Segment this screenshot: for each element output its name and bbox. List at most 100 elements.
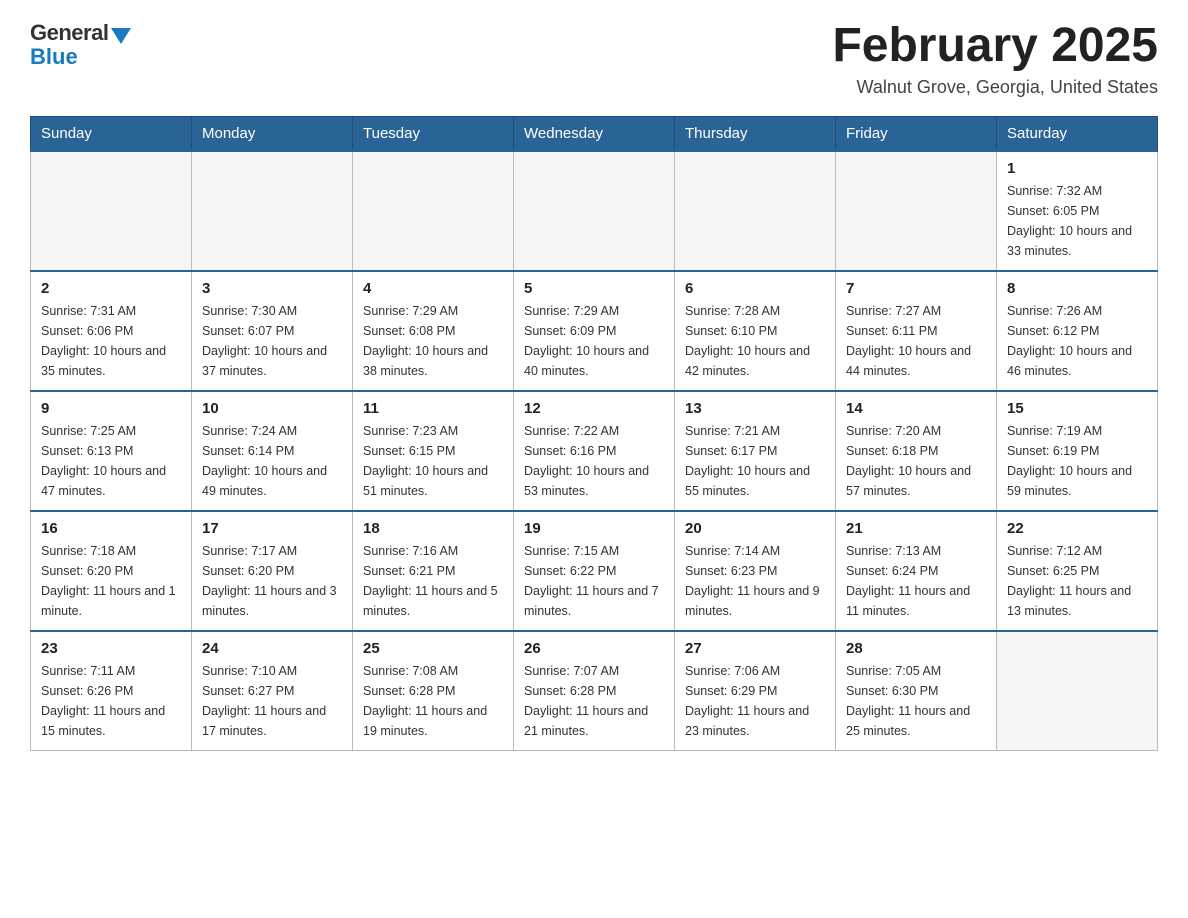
table-row: 17 Sunrise: 7:17 AMSunset: 6:20 PMDayligh… [192, 511, 353, 631]
day-number: 11 [363, 400, 503, 417]
day-info: Sunrise: 7:21 AMSunset: 6:17 PMDaylight:… [685, 421, 825, 501]
table-row [192, 151, 353, 271]
day-number: 27 [685, 640, 825, 657]
day-number: 5 [524, 280, 664, 297]
day-info: Sunrise: 7:24 AMSunset: 6:14 PMDaylight:… [202, 421, 342, 501]
calendar-header-row: Sunday Monday Tuesday Wednesday Thursday… [31, 116, 1158, 151]
day-info: Sunrise: 7:11 AMSunset: 6:26 PMDaylight:… [41, 661, 181, 741]
day-info: Sunrise: 7:22 AMSunset: 6:16 PMDaylight:… [524, 421, 664, 501]
table-row: 6 Sunrise: 7:28 AMSunset: 6:10 PMDaylight… [675, 271, 836, 391]
col-friday: Friday [836, 116, 997, 151]
table-row: 15 Sunrise: 7:19 AMSunset: 6:19 PMDayligh… [997, 391, 1158, 511]
day-number: 8 [1007, 280, 1147, 297]
day-info: Sunrise: 7:25 AMSunset: 6:13 PMDaylight:… [41, 421, 181, 501]
calendar-week-row: 2 Sunrise: 7:31 AMSunset: 6:06 PMDaylight… [31, 271, 1158, 391]
day-info: Sunrise: 7:27 AMSunset: 6:11 PMDaylight:… [846, 301, 986, 381]
table-row: 7 Sunrise: 7:27 AMSunset: 6:11 PMDaylight… [836, 271, 997, 391]
table-row [353, 151, 514, 271]
col-monday: Monday [192, 116, 353, 151]
table-row: 19Sunrise: 7:15 AMSunset: 6:22 PMDayligh… [514, 511, 675, 631]
col-thursday: Thursday [675, 116, 836, 151]
col-saturday: Saturday [997, 116, 1158, 151]
table-row [997, 631, 1158, 751]
day-info: Sunrise: 7:28 AMSunset: 6:10 PMDaylight:… [685, 301, 825, 381]
calendar-week-row: 9 Sunrise: 7:25 AMSunset: 6:13 PMDaylight… [31, 391, 1158, 511]
page-header: General Blue February 2025 Walnut Grove,… [30, 20, 1158, 98]
calendar-week-row: 1 Sunrise: 7:32 AMSunset: 6:05 PMDaylight… [31, 151, 1158, 271]
table-row: 28 Sunrise: 7:05 AMSunset: 6:30 PMDayligh… [836, 631, 997, 751]
day-info: Sunrise: 7:15 AMSunset: 6:22 PMDaylight:… [524, 541, 664, 621]
day-number: 1 [1007, 160, 1147, 177]
day-info: Sunrise: 7:17 AMSunset: 6:20 PMDaylight:… [202, 541, 342, 621]
table-row: 26 Sunrise: 7:07 AMSunset: 6:28 PMDayligh… [514, 631, 675, 751]
table-row: 11 Sunrise: 7:23 AMSunset: 6:15 PMDayligh… [353, 391, 514, 511]
logo-arrow-icon [111, 28, 131, 44]
table-row: 25Sunrise: 7:08 AMSunset: 6:28 PMDayligh… [353, 631, 514, 751]
day-number: 22 [1007, 520, 1147, 537]
day-info: Sunrise: 7:07 AMSunset: 6:28 PMDaylight:… [524, 661, 664, 741]
table-row: 27 Sunrise: 7:06 AMSunset: 6:29 PMDayligh… [675, 631, 836, 751]
table-row: 1 Sunrise: 7:32 AMSunset: 6:05 PMDaylight… [997, 151, 1158, 271]
table-row [675, 151, 836, 271]
day-number: 6 [685, 280, 825, 297]
table-row: 5 Sunrise: 7:29 AMSunset: 6:09 PMDaylight… [514, 271, 675, 391]
table-row: 2 Sunrise: 7:31 AMSunset: 6:06 PMDaylight… [31, 271, 192, 391]
day-number: 2 [41, 280, 181, 297]
table-row: 4 Sunrise: 7:29 AMSunset: 6:08 PMDaylight… [353, 271, 514, 391]
table-row: 21 Sunrise: 7:13 AMSunset: 6:24 PMDayligh… [836, 511, 997, 631]
table-row: 22 Sunrise: 7:12 AMSunset: 6:25 PMDayligh… [997, 511, 1158, 631]
day-number: 26 [524, 640, 664, 657]
table-row: 16 Sunrise: 7:18 AMSunset: 6:20 PMDayligh… [31, 511, 192, 631]
table-row: 20 Sunrise: 7:14 AMSunset: 6:23 PMDayligh… [675, 511, 836, 631]
logo-general-text: General [30, 20, 108, 46]
day-number: 17 [202, 520, 342, 537]
col-tuesday: Tuesday [353, 116, 514, 151]
table-row: 12 Sunrise: 7:22 AMSunset: 6:16 PMDayligh… [514, 391, 675, 511]
day-info: Sunrise: 7:12 AMSunset: 6:25 PMDaylight:… [1007, 541, 1147, 621]
table-row [836, 151, 997, 271]
day-number: 28 [846, 640, 986, 657]
table-row: 23Sunrise: 7:11 AMSunset: 6:26 PMDayligh… [31, 631, 192, 751]
col-wednesday: Wednesday [514, 116, 675, 151]
calendar-week-row: 23Sunrise: 7:11 AMSunset: 6:26 PMDayligh… [31, 631, 1158, 751]
day-number: 20 [685, 520, 825, 537]
day-number: 21 [846, 520, 986, 537]
day-number: 9 [41, 400, 181, 417]
day-info: Sunrise: 7:30 AMSunset: 6:07 PMDaylight:… [202, 301, 342, 381]
day-info: Sunrise: 7:14 AMSunset: 6:23 PMDaylight:… [685, 541, 825, 621]
title-section: February 2025 Walnut Grove, Georgia, Uni… [832, 20, 1158, 98]
day-number: 3 [202, 280, 342, 297]
month-title: February 2025 [832, 20, 1158, 73]
day-info: Sunrise: 7:13 AMSunset: 6:24 PMDaylight:… [846, 541, 986, 621]
table-row: 14Sunrise: 7:20 AMSunset: 6:18 PMDayligh… [836, 391, 997, 511]
day-info: Sunrise: 7:29 AMSunset: 6:08 PMDaylight:… [363, 301, 503, 381]
day-info: Sunrise: 7:10 AMSunset: 6:27 PMDaylight:… [202, 661, 342, 741]
day-number: 16 [41, 520, 181, 537]
calendar-table: Sunday Monday Tuesday Wednesday Thursday… [30, 116, 1158, 752]
day-number: 4 [363, 280, 503, 297]
day-info: Sunrise: 7:18 AMSunset: 6:20 PMDaylight:… [41, 541, 181, 621]
day-number: 15 [1007, 400, 1147, 417]
table-row: 8 Sunrise: 7:26 AMSunset: 6:12 PMDaylight… [997, 271, 1158, 391]
calendar-week-row: 16 Sunrise: 7:18 AMSunset: 6:20 PMDayligh… [31, 511, 1158, 631]
day-number: 13 [685, 400, 825, 417]
day-info: Sunrise: 7:29 AMSunset: 6:09 PMDaylight:… [524, 301, 664, 381]
day-info: Sunrise: 7:05 AMSunset: 6:30 PMDaylight:… [846, 661, 986, 741]
day-number: 7 [846, 280, 986, 297]
day-info: Sunrise: 7:26 AMSunset: 6:12 PMDaylight:… [1007, 301, 1147, 381]
day-info: Sunrise: 7:31 AMSunset: 6:06 PMDaylight:… [41, 301, 181, 381]
day-info: Sunrise: 7:19 AMSunset: 6:19 PMDaylight:… [1007, 421, 1147, 501]
table-row: 3 Sunrise: 7:30 AMSunset: 6:07 PMDaylight… [192, 271, 353, 391]
table-row: 13 Sunrise: 7:21 AMSunset: 6:17 PMDayligh… [675, 391, 836, 511]
day-number: 12 [524, 400, 664, 417]
day-number: 10 [202, 400, 342, 417]
day-info: Sunrise: 7:16 AMSunset: 6:21 PMDaylight:… [363, 541, 503, 621]
day-info: Sunrise: 7:06 AMSunset: 6:29 PMDaylight:… [685, 661, 825, 741]
day-info: Sunrise: 7:23 AMSunset: 6:15 PMDaylight:… [363, 421, 503, 501]
day-info: Sunrise: 7:32 AMSunset: 6:05 PMDaylight:… [1007, 181, 1147, 261]
day-number: 18 [363, 520, 503, 537]
table-row [31, 151, 192, 271]
logo-blue-text: Blue [30, 44, 78, 70]
table-row: 24Sunrise: 7:10 AMSunset: 6:27 PMDayligh… [192, 631, 353, 751]
table-row: 10 Sunrise: 7:24 AMSunset: 6:14 PMDayligh… [192, 391, 353, 511]
